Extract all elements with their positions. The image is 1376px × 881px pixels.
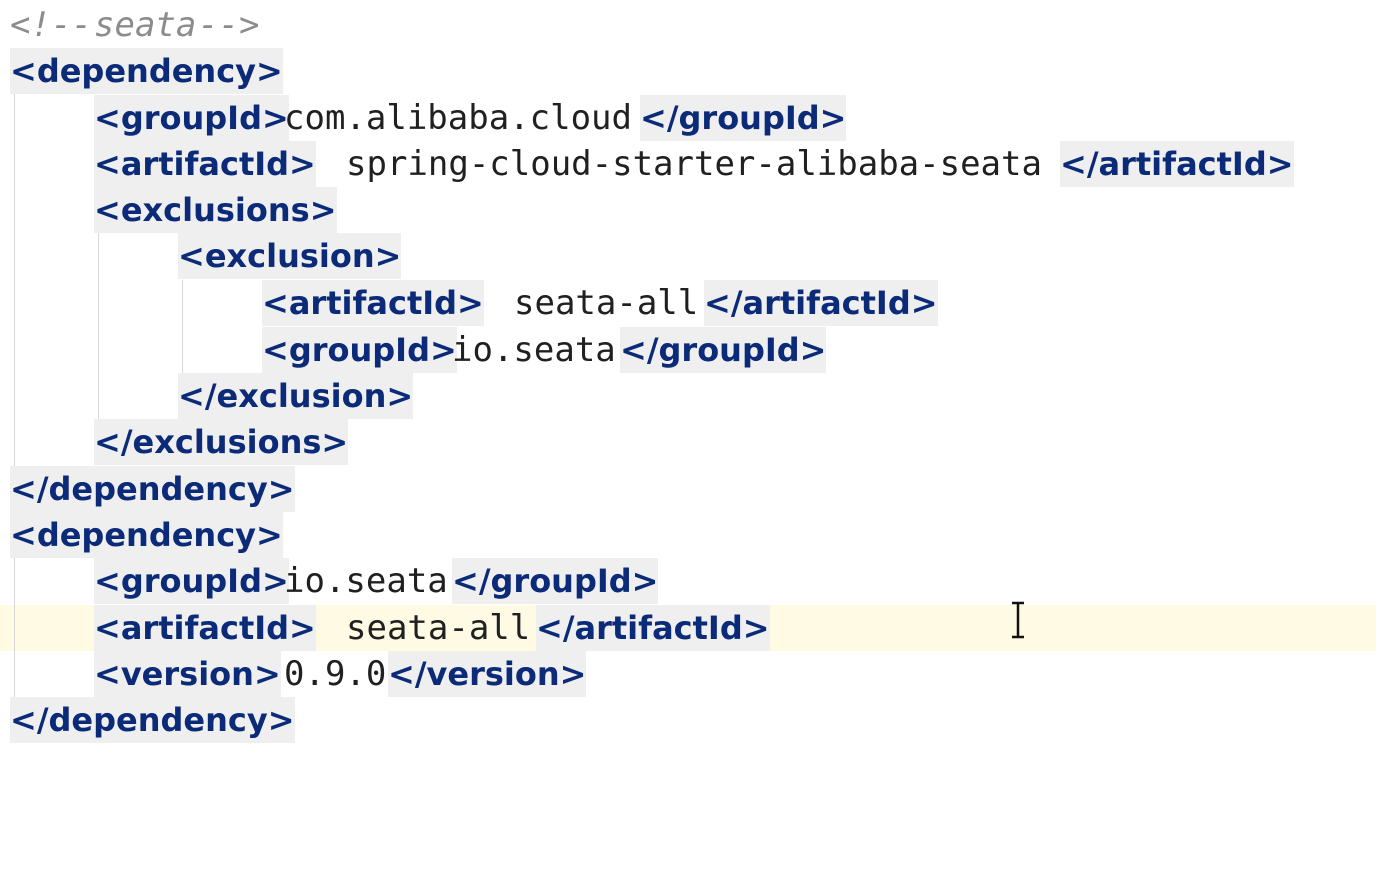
- xml-text: 0.9.0: [284, 654, 387, 694]
- code-line[interactable]: <!-- seata -->: [0, 2, 1376, 48]
- xml-tag: <exclusions>: [94, 187, 337, 233]
- code-line[interactable]: </dependency>: [0, 697, 1376, 743]
- xml-tag: <artifactId>: [94, 141, 316, 187]
- code-line[interactable]: </exclusion>: [0, 373, 1376, 419]
- indent-guide: [14, 94, 15, 466]
- indent-guide: [182, 280, 183, 373]
- code-line[interactable]: <version> 0.9.0 </version>: [0, 651, 1376, 697]
- xml-tag: </groupId>: [640, 95, 847, 141]
- xml-tag: <groupId>: [94, 95, 289, 141]
- code-line[interactable]: </dependency>: [0, 466, 1376, 512]
- xml-tag: <groupId>: [262, 327, 457, 373]
- indent-guide: [98, 233, 99, 419]
- comment-word: seata: [94, 5, 197, 45]
- xml-text: seata-all: [514, 283, 699, 323]
- xml-tag: <exclusion>: [178, 233, 402, 279]
- xml-tag: <dependency>: [10, 512, 283, 558]
- code-line[interactable]: <dependency>: [0, 512, 1376, 558]
- xml-tag: </groupId>: [620, 327, 827, 373]
- xml-text: com.alibaba.cloud: [284, 98, 632, 138]
- xml-tag: </groupId>: [452, 558, 659, 604]
- code-line-current[interactable]: <artifactId> seata-all </artifactId>: [0, 605, 1376, 651]
- xml-text: io.seata: [452, 330, 616, 370]
- indent-guide: [14, 558, 15, 697]
- xml-tag: <artifactId>: [94, 605, 316, 651]
- code-line[interactable]: <groupId> com.alibaba.cloud </groupId>: [0, 95, 1376, 141]
- comment-close: -->: [198, 5, 260, 45]
- xml-text: seata-all: [346, 608, 531, 648]
- xml-tag: </exclusions>: [94, 419, 349, 465]
- code-line[interactable]: <exclusions>: [0, 187, 1376, 233]
- code-line[interactable]: <artifactId> spring-cloud-starter-alibab…: [0, 141, 1376, 187]
- xml-tag: </exclusion>: [178, 373, 414, 419]
- code-line[interactable]: </exclusions>: [0, 419, 1376, 465]
- xml-tag: </artifactId>: [1060, 141, 1294, 187]
- xml-tag: <version>: [94, 651, 281, 697]
- code-editor[interactable]: <!-- seata --> <dependency> <groupId> co…: [0, 0, 1376, 756]
- code-line[interactable]: <groupId> io.seata </groupId>: [0, 327, 1376, 373]
- xml-tag: </artifactId>: [704, 280, 938, 326]
- code-line[interactable]: <groupId> io.seata </groupId>: [0, 558, 1376, 604]
- text-cursor-icon: [1012, 601, 1024, 639]
- xml-tag: </artifactId>: [536, 605, 770, 651]
- xml-text: io.seata: [284, 561, 448, 601]
- comment-open: <!--: [10, 5, 92, 45]
- xml-text: spring-cloud-starter-alibaba-seata: [346, 144, 1042, 184]
- code-line[interactable]: <dependency>: [0, 48, 1376, 94]
- xml-tag: <dependency>: [10, 48, 283, 94]
- xml-tag: <artifactId>: [262, 280, 484, 326]
- xml-tag: <groupId>: [94, 558, 289, 604]
- xml-tag: </dependency>: [10, 466, 295, 512]
- code-line[interactable]: <artifactId> seata-all </artifactId>: [0, 280, 1376, 326]
- xml-tag: </dependency>: [10, 697, 295, 743]
- code-line[interactable]: <exclusion>: [0, 233, 1376, 279]
- xml-tag: </version>: [388, 651, 587, 697]
